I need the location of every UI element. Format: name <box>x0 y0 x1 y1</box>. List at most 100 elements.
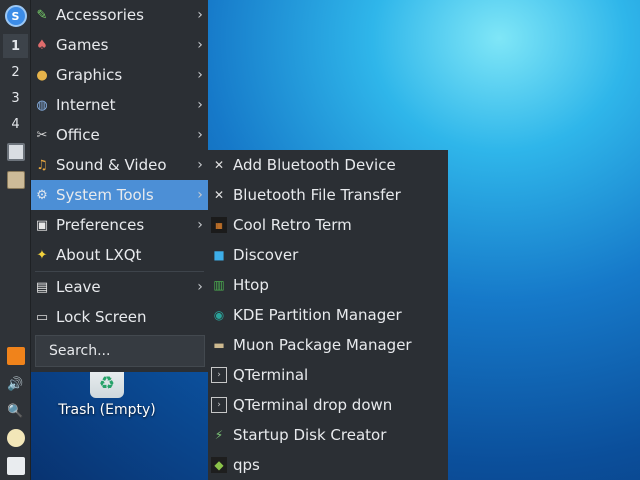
package-icon: ▬ <box>213 338 225 352</box>
terminal-icon: › <box>211 397 227 413</box>
speaker-icon: 🔊 <box>7 376 24 392</box>
workspace-1-button[interactable]: 1 <box>3 34 28 58</box>
menu-item-label: Games <box>56 36 109 54</box>
file-manager-button[interactable] <box>3 168 28 192</box>
preferences-icon: ▣ <box>35 217 49 233</box>
submenu-item-add-bluetooth-device[interactable]: ✕ Add Bluetooth Device <box>208 150 448 180</box>
submenu-item-label: Bluetooth File Transfer <box>233 186 401 204</box>
search-input[interactable]: Search... <box>35 335 205 367</box>
clipboard-icon <box>6 429 25 447</box>
htop-icon: ▥ <box>213 278 225 292</box>
qps-icon: ◆ <box>211 457 227 473</box>
workspace-4-button[interactable]: 4 <box>3 112 28 136</box>
chevron-right-icon: › <box>197 279 203 295</box>
left-panel: S 1 2 3 4 🔊 🔍 <box>0 0 31 480</box>
tools-icon: ✕ <box>213 188 225 202</box>
start-menu-button[interactable]: S <box>3 4 28 28</box>
lubuntu-logo-icon: S <box>4 5 27 27</box>
chevron-right-icon: › <box>197 37 203 53</box>
chevron-right-icon: › <box>197 97 203 113</box>
submenu-item-label: QTerminal <box>233 366 309 384</box>
submenu-item-label: Muon Package Manager <box>233 336 412 354</box>
graphics-icon: ● <box>36 67 48 83</box>
keyboard-layout-button[interactable] <box>3 454 28 478</box>
clipboard-button[interactable] <box>3 426 28 450</box>
folder-icon <box>6 171 25 189</box>
chevron-right-icon: › <box>197 217 203 233</box>
submenu-item-label: Startup Disk Creator <box>233 426 387 444</box>
office-icon: ✂ <box>36 127 48 143</box>
menu-item-label: Internet <box>56 96 116 114</box>
workspace-3-button[interactable]: 3 <box>3 86 28 110</box>
submenu-item-label: Cool Retro Term <box>233 216 352 234</box>
chevron-right-icon: › <box>197 187 203 203</box>
menu-item-office[interactable]: ✂ Office › <box>31 120 208 150</box>
trash-desktop-icon[interactable]: ♻ Trash (Empty) <box>52 364 162 418</box>
menu-item-graphics[interactable]: ● Graphics › <box>31 60 208 90</box>
menu-item-system-tools[interactable]: ⚙ System Tools › <box>31 180 208 210</box>
menu-item-label: Lock Screen <box>56 308 147 326</box>
main-menu: ✎ Accessories › ♠ Games › ● Graphics › ◍… <box>31 0 208 372</box>
submenu-item-muon-package-manager[interactable]: ▬ Muon Package Manager <box>208 330 448 360</box>
chevron-right-icon: › <box>197 157 203 173</box>
internet-icon: ◍ <box>36 97 48 113</box>
menu-item-about-lxqt[interactable]: ✦ About LXQt <box>31 240 208 270</box>
menu-item-accessories[interactable]: ✎ Accessories › <box>31 0 208 30</box>
show-desktop-button[interactable] <box>3 140 28 164</box>
menu-item-sound-video[interactable]: ♫ Sound & Video › <box>31 150 208 180</box>
games-icon: ♠ <box>36 37 48 53</box>
network-button[interactable]: 🔍 <box>3 399 28 423</box>
submenu-item-label: Discover <box>233 246 299 264</box>
submenu-item-qterminal[interactable]: › QTerminal <box>208 360 448 390</box>
crt-icon: ▦ <box>211 217 227 233</box>
submenu-item-label: Add Bluetooth Device <box>233 156 396 174</box>
about-icon: ✦ <box>36 247 48 263</box>
submenu-item-qps[interactable]: ◆ qps <box>208 450 448 480</box>
submenu-item-htop[interactable]: ▥ Htop <box>208 270 448 300</box>
accessories-icon: ✎ <box>36 7 48 23</box>
system-tools-icon: ⚙ <box>36 187 48 203</box>
menu-item-label: Preferences <box>56 216 145 234</box>
menu-item-preferences[interactable]: ▣ Preferences › <box>31 210 208 240</box>
volume-button[interactable]: 🔊 <box>3 372 28 396</box>
leave-icon: ▤ <box>35 279 49 295</box>
sound-video-icon: ♫ <box>36 157 48 173</box>
menu-item-leave[interactable]: ▤ Leave › <box>31 272 208 302</box>
desktop-icon <box>6 143 25 161</box>
chevron-right-icon: › <box>197 7 203 23</box>
terminal-icon: › <box>211 367 227 383</box>
system-tools-submenu: ✕ Add Bluetooth Device ✕ Bluetooth File … <box>208 150 448 480</box>
menu-item-label: Accessories <box>56 6 144 24</box>
submenu-item-startup-disk-creator[interactable]: ⚡ Startup Disk Creator <box>208 420 448 450</box>
menu-item-lock-screen[interactable]: ▭ Lock Screen <box>31 302 208 332</box>
submenu-item-bluetooth-file-transfer[interactable]: ✕ Bluetooth File Transfer <box>208 180 448 210</box>
submenu-item-qterminal-drop-down[interactable]: › QTerminal drop down <box>208 390 448 420</box>
menu-item-label: Graphics <box>56 66 123 84</box>
menu-item-label: System Tools <box>56 186 154 204</box>
menu-item-label: Sound & Video <box>56 156 167 174</box>
submenu-item-cool-retro-term[interactable]: ▦ Cool Retro Term <box>208 210 448 240</box>
submenu-item-label: KDE Partition Manager <box>233 306 402 324</box>
menu-item-label: Leave <box>56 278 101 296</box>
chevron-right-icon: › <box>197 67 203 83</box>
submenu-item-kde-partition-manager[interactable]: ◉ KDE Partition Manager <box>208 300 448 330</box>
keyboard-icon <box>6 457 25 475</box>
partition-icon: ◉ <box>213 308 225 322</box>
chevron-right-icon: › <box>197 127 203 143</box>
submenu-item-label: qps <box>233 456 260 474</box>
trash-label: Trash (Empty) <box>58 402 156 418</box>
workspace-2-button[interactable]: 2 <box>3 60 28 84</box>
submenu-item-label: QTerminal drop down <box>233 396 393 414</box>
menu-item-games[interactable]: ♠ Games › <box>31 30 208 60</box>
lock-screen-icon: ▭ <box>35 309 49 325</box>
usb-icon: ⚡ <box>214 428 224 442</box>
network-icon: 🔍 <box>7 403 24 419</box>
menu-item-label: Office <box>56 126 100 144</box>
submenu-item-label: Htop <box>233 276 269 294</box>
menu-item-internet[interactable]: ◍ Internet › <box>31 90 208 120</box>
firefox-button[interactable] <box>3 344 28 368</box>
menu-item-label: About LXQt <box>56 246 142 264</box>
discover-icon: ■ <box>213 248 225 262</box>
submenu-item-discover[interactable]: ■ Discover <box>208 240 448 270</box>
tools-icon: ✕ <box>213 158 225 172</box>
